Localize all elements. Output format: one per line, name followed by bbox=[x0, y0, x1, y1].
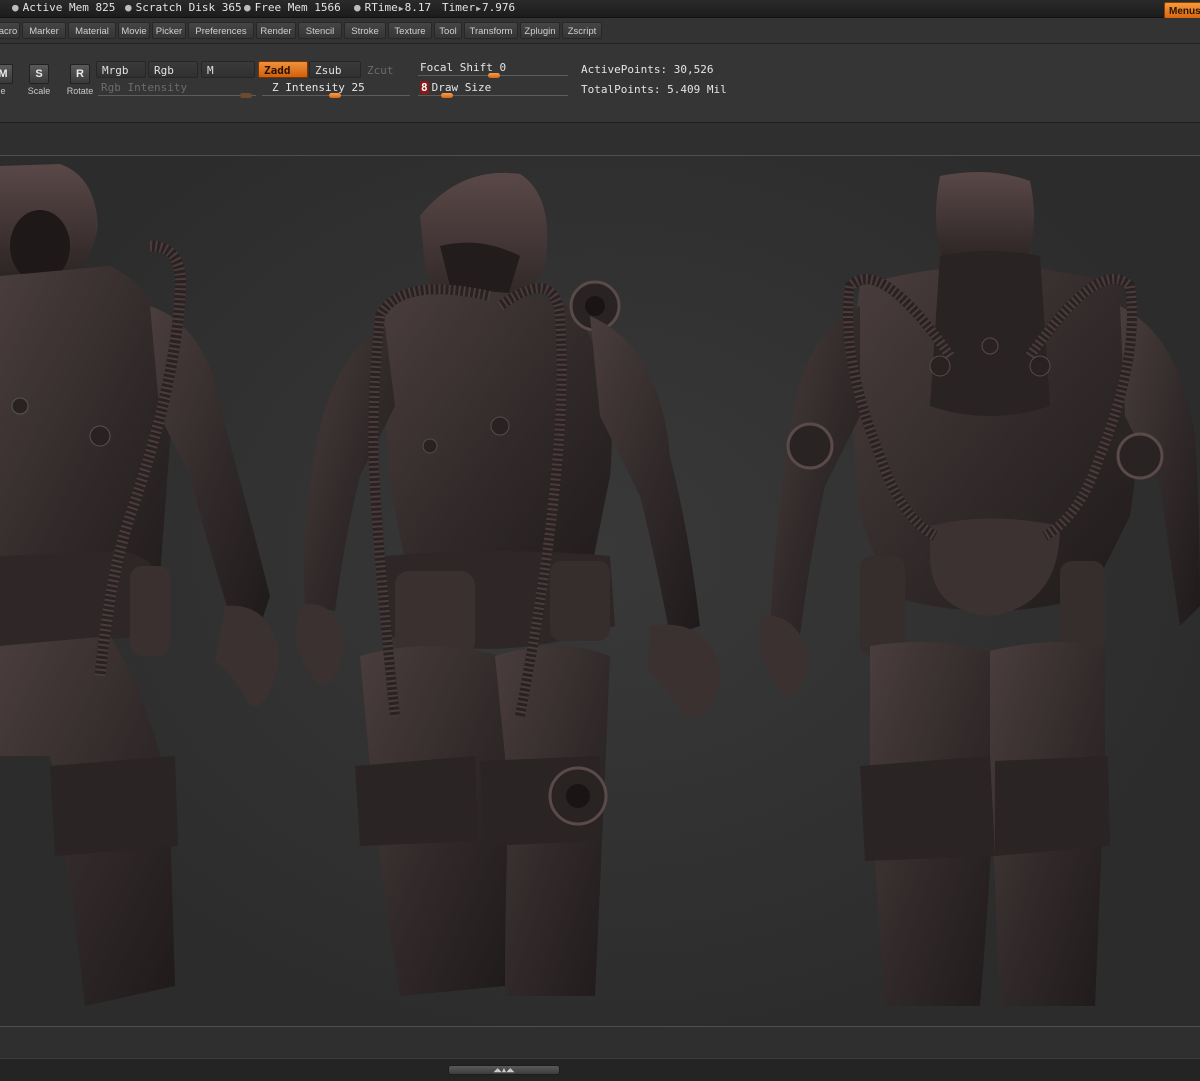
zsub-button[interactable]: Zsub bbox=[309, 61, 361, 78]
active-mem-readout: ● Active Mem 825 bbox=[12, 1, 116, 14]
menu-item-marker[interactable]: Marker bbox=[22, 22, 66, 39]
menu-item-texture[interactable]: Texture bbox=[388, 22, 432, 39]
rgb-intensity-label: Rgb Intensity bbox=[101, 81, 188, 94]
focal-shift-knob[interactable] bbox=[488, 73, 500, 78]
menu-item-picker[interactable]: Picker bbox=[152, 22, 186, 39]
rotate-tool-button[interactable]: R Rotate bbox=[62, 64, 98, 96]
total-points-readout: TotalPoints: 5.409 Mil bbox=[581, 83, 727, 96]
menu-item-preferences[interactable]: Preferences bbox=[188, 22, 254, 39]
menu-item-zscript[interactable]: Zscript bbox=[562, 22, 602, 39]
menu-item-acro[interactable]: acro bbox=[0, 22, 20, 39]
rotate-icon: R bbox=[70, 64, 90, 84]
menu-item-movie[interactable]: Movie bbox=[118, 22, 150, 39]
tray-toggle-handle[interactable]: ◢◣▲◢◣ bbox=[448, 1065, 560, 1075]
z-intensity-knob[interactable] bbox=[329, 93, 341, 98]
menu-item-material[interactable]: Material bbox=[68, 22, 116, 39]
back-view-figure bbox=[760, 172, 1200, 1006]
m-button[interactable]: M bbox=[201, 61, 255, 78]
scale-tool-label: Scale bbox=[27, 86, 51, 96]
move-tool-button[interactable]: M e bbox=[0, 64, 21, 96]
status-bar: ● Active Mem 825 ● Scratch Disk 365 ● Free … bbox=[0, 0, 1200, 19]
rgb-intensity-slider[interactable] bbox=[98, 95, 256, 96]
menu-item-tool[interactable]: Tool bbox=[434, 22, 462, 39]
document-canvas-area bbox=[0, 123, 1200, 1058]
z-intensity-label: Z Intensity 25 bbox=[272, 81, 365, 94]
rtime-readout: ● RTime▶8.17 bbox=[354, 1, 432, 14]
menu-item-transform[interactable]: Transform bbox=[464, 22, 518, 39]
scale-tool-button[interactable]: S Scale bbox=[21, 64, 57, 96]
rgb-button[interactable]: Rgb bbox=[148, 61, 198, 78]
mrgb-button[interactable]: Mrgb bbox=[96, 61, 146, 78]
rgb-intensity-knob[interactable] bbox=[240, 93, 252, 98]
main-menu-bar: acro Marker Material Movie Picker Preferences… bbox=[0, 18, 1200, 44]
scratch-disk-readout: ● Scratch Disk 365 bbox=[125, 1, 242, 14]
draw-size-label: 8 Draw Size bbox=[420, 81, 492, 94]
menu-item-stroke[interactable]: Stroke bbox=[344, 22, 386, 39]
move-tool-label: e bbox=[0, 86, 6, 96]
three-quarter-view-figure bbox=[295, 172, 722, 996]
toolbar: M e S Scale R Rotate Mrgb Rgb M Rgb Inte… bbox=[0, 44, 1200, 123]
bottom-tray: ◢◣▲◢◣ bbox=[0, 1058, 1200, 1081]
menus-button[interactable]: Menus bbox=[1164, 2, 1200, 19]
free-mem-readout: ● Free Mem 1566 bbox=[244, 1, 341, 14]
arrow-right-icon: ▶ bbox=[398, 4, 404, 13]
menu-item-zplugin[interactable]: Zplugin bbox=[520, 22, 560, 39]
rotate-tool-label: Rotate bbox=[66, 86, 94, 96]
arrow-right-icon: ▶ bbox=[476, 4, 481, 13]
zadd-button[interactable]: Zadd bbox=[258, 61, 308, 78]
move-icon: M bbox=[0, 64, 13, 84]
draw-size-knob[interactable] bbox=[441, 93, 453, 98]
front-view-figure bbox=[0, 164, 280, 1006]
viewport-canvas[interactable] bbox=[0, 155, 1200, 1027]
zcut-button[interactable]: Zcut bbox=[361, 61, 411, 78]
active-points-readout: ActivePoints: 30,526 bbox=[581, 63, 714, 76]
scale-icon: S bbox=[29, 64, 49, 84]
menu-item-render[interactable]: Render bbox=[256, 22, 296, 39]
timer-readout: Timer▶7.976 bbox=[442, 1, 516, 14]
menu-item-stencil[interactable]: Stencil bbox=[298, 22, 342, 39]
